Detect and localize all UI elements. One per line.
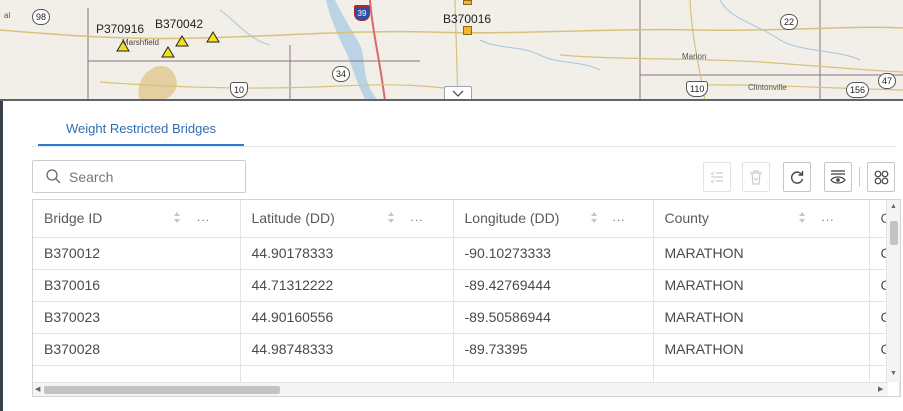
bridge-marker-square[interactable] xyxy=(463,26,472,35)
cell-latitude[interactable]: 44.71312222 xyxy=(240,269,454,302)
city-label-marion: Marion xyxy=(682,52,707,61)
refresh-button[interactable] xyxy=(783,162,811,192)
data-grid: Bridge ID ... Latitude (DD) ... Longitud… xyxy=(33,200,900,396)
table-row[interactable]: B370028 44.98748333 -89.73395 MARATHON C xyxy=(33,333,900,366)
scroll-left-arrow-icon[interactable]: ◀ xyxy=(35,386,40,394)
attribute-table: Bridge ID ... Latitude (DD) ... Longitud… xyxy=(32,199,901,397)
cell-latitude[interactable]: 44.90178333 xyxy=(240,237,454,270)
delete-selection-button[interactable] xyxy=(742,162,770,192)
sort-icon[interactable] xyxy=(387,212,394,223)
column-header-label: Longitude (DD) xyxy=(464,210,560,227)
cell-bridge-id[interactable]: B370023 xyxy=(33,301,241,334)
refresh-icon xyxy=(791,171,804,184)
grid-icon xyxy=(874,170,888,184)
column-header-label: Latitude (DD) xyxy=(251,210,335,227)
search-box[interactable] xyxy=(32,160,246,193)
list-check-icon xyxy=(710,171,723,184)
cell-latitude[interactable]: 44.98748333 xyxy=(240,333,454,366)
trash-icon xyxy=(750,169,762,185)
table-row[interactable]: B370012 44.90178333 -90.10273333 MARATHO… xyxy=(33,237,900,270)
vertical-scroll-thumb[interactable] xyxy=(890,221,898,245)
more-options-button[interactable] xyxy=(867,162,895,192)
vertical-scrollbar[interactable]: ▲ ▼ xyxy=(886,200,900,382)
column-more-icon[interactable]: ... xyxy=(822,210,835,224)
sort-icon[interactable] xyxy=(798,212,805,223)
horizontal-scroll-thumb[interactable] xyxy=(44,386,280,394)
toolbar-separator xyxy=(859,167,860,187)
cell-county[interactable]: MARATHON xyxy=(653,333,870,366)
bridge-label-p370916: P370916 xyxy=(96,22,145,36)
route-shield-98: 98 xyxy=(32,9,51,25)
horizontal-scrollbar[interactable]: ◀ ▶ xyxy=(33,382,888,396)
column-header-latitude[interactable]: Latitude (DD) ... xyxy=(240,200,454,238)
bridge-label-b370042: B370042 xyxy=(155,17,204,31)
scroll-up-arrow-icon[interactable]: ▲ xyxy=(890,203,897,211)
column-header-longitude[interactable]: Longitude (DD) ... xyxy=(453,200,654,238)
cell-longitude[interactable]: -89.50586944 xyxy=(453,301,654,334)
cell-bridge-id[interactable]: B370016 xyxy=(33,269,241,302)
route-shield-110: 110 xyxy=(686,81,709,97)
city-label-clintonville: Clintonville xyxy=(748,83,787,92)
cell-bridge-id[interactable]: B370028 xyxy=(33,333,241,366)
scroll-down-arrow-icon[interactable]: ▼ xyxy=(890,370,897,378)
map-view[interactable]: al 98 39 22 47 34 10 110 156 P370916 B37… xyxy=(0,0,903,101)
column-more-icon[interactable]: ... xyxy=(613,210,626,224)
search-icon xyxy=(46,169,61,184)
cell-latitude[interactable]: 44.90160556 xyxy=(240,301,454,334)
cell-county[interactable]: MARATHON xyxy=(653,237,870,270)
attribute-table-panel: Weight Restricted Bridges Search Bridge … xyxy=(0,101,903,411)
bridge-marker-square[interactable] xyxy=(463,0,472,5)
tab-weight-restricted-bridges[interactable]: Weight Restricted Bridges xyxy=(38,114,245,146)
route-shield-34: 34 xyxy=(332,66,351,82)
column-header-bridge-id[interactable]: Bridge ID ... xyxy=(33,200,241,238)
map-place-label-al: al xyxy=(4,11,11,20)
cell-longitude[interactable]: -89.73395 xyxy=(453,333,654,366)
route-shield-47: 47 xyxy=(878,73,897,89)
column-more-icon[interactable]: ... xyxy=(411,210,424,224)
route-shield-156: 156 xyxy=(846,82,870,98)
eye-list-icon xyxy=(830,170,846,184)
panel-collapse-button[interactable] xyxy=(444,86,472,99)
column-header-label: Bridge ID xyxy=(44,210,103,227)
show-selection-button[interactable] xyxy=(703,162,731,192)
column-header-label: County xyxy=(664,210,709,227)
interstate-shield-39: 39 xyxy=(354,5,370,21)
table-row[interactable]: B370023 44.90160556 -89.50586944 MARATHO… xyxy=(33,301,900,334)
bridge-label-b370016: B370016 xyxy=(443,12,492,26)
show-hide-columns-button[interactable] xyxy=(824,162,852,192)
sort-icon[interactable] xyxy=(174,212,180,223)
cell-longitude[interactable]: -89.42769444 xyxy=(453,269,654,302)
tab-divider xyxy=(31,146,897,147)
table-header-row: Bridge ID ... Latitude (DD) ... Longitud… xyxy=(33,200,900,238)
column-more-icon[interactable]: ... xyxy=(197,210,210,224)
cell-bridge-id[interactable]: B370012 xyxy=(33,237,241,270)
sort-icon[interactable] xyxy=(590,212,597,223)
search-input[interactable] xyxy=(69,168,239,185)
cell-county[interactable]: MARATHON xyxy=(653,301,870,334)
chevron-down-icon xyxy=(452,90,464,97)
table-row[interactable]: B370016 44.71312222 -89.42769444 MARATHO… xyxy=(33,269,900,302)
column-header-county[interactable]: County ... xyxy=(653,200,870,238)
scroll-right-arrow-icon[interactable]: ▶ xyxy=(878,386,883,394)
route-shield-22: 22 xyxy=(780,14,799,30)
cell-longitude[interactable]: -90.10273333 xyxy=(453,237,654,270)
cell-county[interactable]: MARATHON xyxy=(653,269,870,302)
